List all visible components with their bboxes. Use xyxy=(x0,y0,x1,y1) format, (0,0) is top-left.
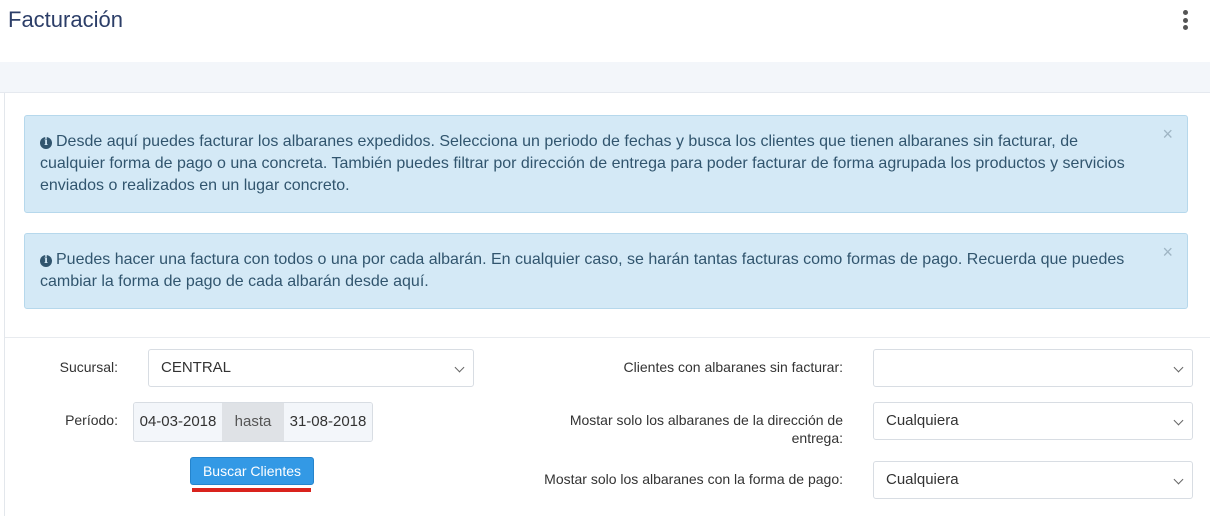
date-range-group: 04-03-2018 hasta 31-08-2018 xyxy=(133,402,373,442)
info-icon: i xyxy=(40,255,52,267)
delivery-address-select[interactable]: Cualquiera xyxy=(873,402,1193,440)
payment-method-select[interactable]: Cualquiera xyxy=(873,461,1193,499)
date-to-input[interactable]: 31-08-2018 xyxy=(284,403,372,441)
close-icon[interactable]: × xyxy=(1162,243,1173,261)
alert-text: Desde aquí puedes facturar los albaranes… xyxy=(40,133,1125,194)
alert-text: Puedes hacer una factura con todos o una… xyxy=(40,251,1125,290)
period-label: Período: xyxy=(65,412,118,428)
search-clients-button[interactable]: Buscar Clientes xyxy=(190,457,314,485)
chevron-down-icon xyxy=(1173,362,1184,373)
date-from-input[interactable]: 04-03-2018 xyxy=(134,403,222,441)
toolbar-strip xyxy=(0,62,1210,93)
page-title: Facturación xyxy=(8,7,123,32)
chevron-down-icon xyxy=(454,362,465,373)
branch-label: Sucursal: xyxy=(59,359,118,375)
divider xyxy=(5,337,1210,338)
branch-select-value: CENTRAL xyxy=(161,359,232,376)
close-icon[interactable]: × xyxy=(1162,125,1173,143)
info-icon: i xyxy=(40,137,52,149)
delivery-address-select-value: Cualquiera xyxy=(886,412,959,429)
date-range-separator: hasta xyxy=(222,403,284,441)
billing-panel: i Desde aquí puedes facturar los albarane… xyxy=(4,93,1210,516)
chevron-down-icon xyxy=(1173,415,1184,426)
payment-method-label: Mostar solo los albaranes con la forma d… xyxy=(544,471,843,487)
top-bar: Facturación xyxy=(0,0,1210,62)
chevron-down-icon xyxy=(1173,474,1184,485)
clients-label: Clientes con albaranes sin facturar: xyxy=(623,359,843,375)
info-alert-invoices: i Puedes hacer una factura con todos o un… xyxy=(24,233,1188,309)
payment-method-select-value: Cualquiera xyxy=(886,471,959,488)
highlight-underline xyxy=(192,488,311,492)
more-options-icon[interactable] xyxy=(1176,8,1194,32)
branch-select[interactable]: CENTRAL xyxy=(148,349,474,387)
delivery-address-label: Mostar solo los albaranes de la direcció… xyxy=(569,412,843,446)
clients-select[interactable] xyxy=(873,349,1193,387)
info-alert-date-range: i Desde aquí puedes facturar los albarane… xyxy=(24,115,1188,213)
